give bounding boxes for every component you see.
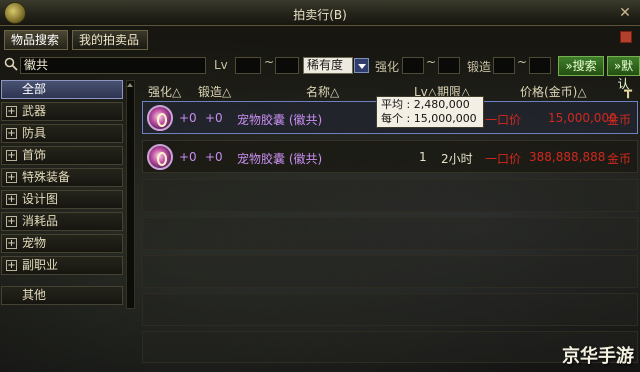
row-currency: 金币 <box>607 152 632 166</box>
tooltip-average-line: 平均 : 2,480,000 <box>381 98 479 112</box>
close-icon[interactable]: ✕ <box>616 4 634 22</box>
row-enhance: +0 <box>179 150 197 164</box>
search-icon <box>4 57 18 71</box>
expand-icon[interactable]: + <box>6 150 17 161</box>
table-row-empty[interactable] <box>142 293 638 326</box>
window-title: 拍卖行(B) <box>293 8 347 22</box>
category-label: 特殊装备 <box>22 170 71 184</box>
category-consumables[interactable]: + 消耗品 <box>1 212 123 231</box>
price-tooltip: 平均 : 2,480,000 每个 : 15,000,000 <box>376 96 484 128</box>
header-forge[interactable]: 锻造△ <box>198 83 231 100</box>
expand-icon[interactable]: + <box>6 260 17 271</box>
tooltip-average-value: 2,480,000 <box>413 98 470 111</box>
forge-min-input[interactable] <box>493 57 515 74</box>
category-label: 全部 <box>22 82 47 96</box>
header-enhance[interactable]: 强化△ <box>148 83 181 100</box>
category-label: 消耗品 <box>22 214 59 228</box>
forge-max-input[interactable] <box>529 57 551 74</box>
pet-capsule-icon <box>147 144 173 170</box>
rarity-select[interactable]: 稀有度 <box>303 57 353 74</box>
row-buyout-label: 一口价 <box>485 152 522 166</box>
row-term: 2小时 <box>441 152 473 166</box>
pet-capsule-icon <box>147 105 173 131</box>
row-forge: +0 <box>205 150 223 164</box>
expand-icon[interactable]: + <box>6 128 17 139</box>
tooltip-each-value: 15,000,000 <box>413 112 477 125</box>
window-menu-icon[interactable] <box>620 31 632 43</box>
row-forge: +0 <box>205 111 223 125</box>
category-pets[interactable]: + 宠物 <box>1 234 123 253</box>
category-list: 全部 + 武器 + 防具 + 首饰 + 特殊装备 + 设计图 + 消耗品 + 宠… <box>1 80 126 310</box>
keyword-input[interactable]: 徽共 <box>20 57 206 74</box>
chevron-down-icon[interactable] <box>354 58 369 73</box>
tab-my-auctions[interactable]: 我的拍卖品 <box>72 30 148 50</box>
row-item-name: 宠物胶囊 (徽共) <box>237 113 323 127</box>
tooltip-each-line: 每个 : 15,000,000 <box>381 112 479 126</box>
enhance-max-input[interactable] <box>438 57 460 74</box>
expand-icon[interactable]: + <box>6 194 17 205</box>
table-row-empty[interactable] <box>142 255 638 288</box>
row-enhance: +0 <box>179 111 197 125</box>
forge-label: 锻造 <box>467 60 492 74</box>
category-label: 首饰 <box>22 148 47 162</box>
table-row-empty[interactable] <box>142 217 638 250</box>
scroll-up-arrow-icon[interactable] <box>127 81 134 89</box>
lv-range-separator: ~ <box>264 55 275 69</box>
row-currency: 金币 <box>607 113 632 127</box>
category-label: 宠物 <box>22 236 47 250</box>
category-other[interactable]: 其他 <box>1 286 123 305</box>
category-weapons[interactable]: + 武器 <box>1 102 123 121</box>
pin-icon[interactable]: ┳ <box>624 84 632 99</box>
category-label: 防具 <box>22 126 47 140</box>
enhance-range-separator: ~ <box>426 55 437 69</box>
lv-max-input[interactable] <box>275 57 299 74</box>
row-price: 388,888,888 <box>529 150 606 164</box>
category-blueprints[interactable]: + 设计图 <box>1 190 123 209</box>
category-jewelry[interactable]: + 首饰 <box>1 146 123 165</box>
enhance-min-input[interactable] <box>402 57 424 74</box>
header-name[interactable]: 名称△ <box>306 83 339 100</box>
tooltip-each-label: 每个 : <box>381 112 411 125</box>
expand-icon[interactable]: + <box>6 238 17 249</box>
watermark: 京华手游 <box>562 346 634 367</box>
row-item-name: 宠物胶囊 (徽共) <box>237 152 323 166</box>
expand-icon[interactable]: + <box>6 106 17 117</box>
tab-item-search[interactable]: 物品搜索 <box>4 30 68 50</box>
reset-button[interactable]: »默认 <box>607 56 640 91</box>
tooltip-average-label: 平均 : <box>381 98 411 111</box>
search-bar: 徽共 Lv ~ 稀有度 强化 ~ 锻造 ~ »搜索 »默认 <box>0 55 640 91</box>
category-all[interactable]: 全部 <box>1 80 123 99</box>
category-scrollbar[interactable] <box>126 80 135 309</box>
table-row-empty[interactable] <box>142 179 638 212</box>
category-label: 设计图 <box>22 192 59 206</box>
category-label: 副职业 <box>22 258 59 272</box>
search-button[interactable]: »搜索 <box>558 56 604 76</box>
category-sub-profession[interactable]: + 副职业 <box>1 256 123 275</box>
table-row[interactable]: +0 +0 宠物胶囊 (徽共) 1 2小时 一口价 388,888,888 金币 <box>142 140 638 173</box>
enhance-label: 强化 <box>375 60 400 74</box>
row-lv: 1 <box>419 150 427 164</box>
row-buyout-label: 一口价 <box>485 113 522 127</box>
lv-min-input[interactable] <box>235 57 261 74</box>
expand-icon[interactable]: + <box>6 172 17 183</box>
header-price[interactable]: 价格(金币)△ <box>520 83 587 100</box>
title-bar: 拍卖行(B) ✕ <box>0 0 640 26</box>
lv-label: Lv <box>214 58 228 72</box>
category-label: 武器 <box>22 104 47 118</box>
forge-range-separator: ~ <box>517 55 528 69</box>
category-special-equipment[interactable]: + 特殊装备 <box>1 168 123 187</box>
expand-icon[interactable]: + <box>6 216 17 227</box>
category-label: 其他 <box>22 288 47 302</box>
category-armor[interactable]: + 防具 <box>1 124 123 143</box>
